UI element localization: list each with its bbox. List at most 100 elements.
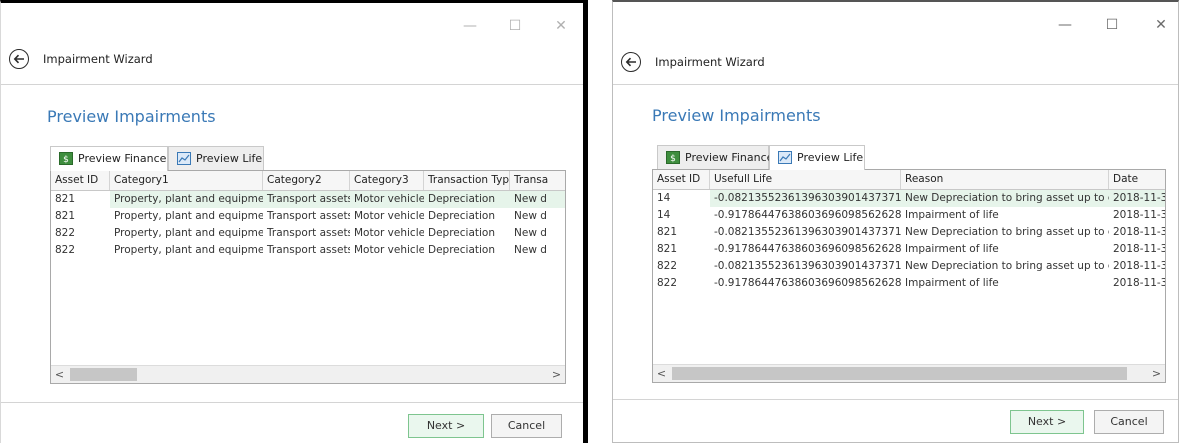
page-heading: Preview Impairments (47, 107, 216, 126)
next-button[interactable]: Next > (1010, 410, 1084, 434)
cell: 2018-11-3( (1109, 190, 1165, 207)
tab-label: Preview Finance (685, 151, 774, 164)
horizontal-scrollbar[interactable]: < > (51, 365, 565, 383)
column-header[interactable]: Category2 (263, 171, 350, 190)
maximize-button[interactable]: ☐ (1097, 14, 1127, 36)
wizard-title: Impairment Wizard (43, 52, 153, 66)
cell: 821 (55, 193, 76, 205)
cell: 14 (657, 192, 671, 204)
column-header[interactable]: Asset ID (51, 171, 110, 190)
close-button[interactable]: ✕ (546, 15, 576, 37)
table-row[interactable]: 821 -0.0821355236139630390143737166 New … (653, 224, 1165, 241)
cell: Depreciation (428, 227, 495, 239)
cell: 822 (657, 277, 678, 289)
scroll-left-button[interactable]: < (51, 366, 68, 383)
cell: Motor vehicles (354, 210, 424, 222)
life-grid[interactable]: Asset ID Usefull Life Reason Date 14 -0.… (652, 169, 1166, 383)
scroll-left-button[interactable]: < (653, 365, 670, 382)
column-header[interactable]: Transaction Type (424, 171, 510, 190)
table-row[interactable]: 821 Property, plant and equipment Transp… (51, 208, 565, 225)
cell: 822 (55, 227, 76, 239)
tab-label: Preview Life (797, 151, 864, 164)
cell: Property, plant and equipment (114, 210, 263, 222)
cell: 822 (657, 260, 678, 272)
chart-icon (177, 152, 191, 165)
preview-tabs: $ Preview Finance Preview Life (657, 145, 877, 170)
cell: -0.0821355236139630390143737166 (714, 226, 901, 238)
table-row[interactable]: 822 -0.9178644763860369609856262834 Impa… (653, 275, 1165, 292)
cancel-button[interactable]: Cancel (1094, 410, 1164, 434)
tab-preview-finance[interactable]: $ Preview Finance (657, 145, 773, 169)
minimize-button[interactable]: — (455, 15, 485, 37)
tab-preview-life[interactable]: Preview Life (769, 145, 865, 170)
cell: New d (510, 191, 565, 208)
close-button[interactable]: ✕ (1146, 14, 1176, 36)
scroll-right-button[interactable]: > (1148, 365, 1165, 382)
scroll-thumb[interactable] (672, 367, 1127, 380)
column-header[interactable]: Category3 (350, 171, 424, 190)
page-heading: Preview Impairments (652, 106, 821, 125)
impairment-wizard-window-life: — ☐ ✕ Impairment Wizard Preview Impairme… (612, 0, 1179, 443)
table-row[interactable]: 14 -0.0821355236139630390143737166 New D… (653, 190, 1165, 207)
dollar-icon: $ (666, 151, 680, 164)
horizontal-scrollbar[interactable]: < > (653, 364, 1165, 382)
cell: Transport assets (267, 227, 350, 239)
cell: -0.91786447638603696098562628 34 (714, 209, 901, 221)
scroll-thumb[interactable] (70, 368, 137, 381)
impairment-wizard-window-finance: — ☐ ✕ Impairment Wizard Preview Impairme… (0, 0, 588, 443)
wizard-title: Impairment Wizard (655, 55, 765, 69)
maximize-button[interactable]: ☐ (500, 15, 530, 37)
finance-grid[interactable]: Asset ID Category1 Category2 Category3 T… (50, 170, 566, 384)
next-button[interactable]: Next > (408, 414, 484, 438)
column-header[interactable]: Asset ID (653, 170, 710, 189)
cell: New d (514, 210, 547, 222)
column-header[interactable]: Reason (901, 170, 1109, 189)
table-row[interactable]: 822 Property, plant and equipment Transp… (51, 242, 565, 259)
cancel-button[interactable]: Cancel (491, 414, 562, 438)
table-row[interactable]: 14 -0.91786447638603696098562628 34 Impa… (653, 207, 1165, 224)
chart-icon (778, 151, 792, 164)
header-divider (1, 84, 583, 85)
footer-divider (613, 399, 1178, 400)
cell: 14 (657, 209, 671, 221)
table-row[interactable]: 821 -0.9178644763860369609856262834 Impa… (653, 241, 1165, 258)
cell: 821 (657, 243, 678, 255)
column-header[interactable]: Date (1109, 170, 1165, 189)
cell: 821 (55, 210, 76, 222)
footer-divider (1, 402, 583, 403)
grid-header: Asset ID Usefull Life Reason Date (653, 170, 1165, 190)
cell: Transport assets (267, 244, 350, 256)
minimize-button[interactable]: — (1050, 14, 1080, 36)
tab-preview-life[interactable]: Preview Life (168, 146, 264, 170)
cell: Impairment of life (905, 209, 999, 221)
cell: Motor vehicles (354, 227, 424, 239)
scroll-right-button[interactable]: > (548, 366, 565, 383)
table-row[interactable]: 821 Property, plant and equipment Transp… (51, 191, 565, 208)
tab-preview-finance[interactable]: $ Preview Finance (50, 146, 168, 171)
table-row[interactable]: 822 -0.0821355236139630390143737166 New … (653, 258, 1165, 275)
tab-label: Preview Finance (78, 152, 167, 165)
back-arrow-icon[interactable] (621, 52, 641, 72)
cell: 2018-11-3( (1113, 243, 1166, 255)
cell: Transport assets (263, 191, 350, 208)
cell: New Depreciation to bring asset up to da… (905, 260, 1109, 272)
cell: Impairment of life (905, 243, 999, 255)
grid-header: Asset ID Category1 Category2 Category3 T… (51, 171, 565, 191)
table-row[interactable]: 822 Property, plant and equipment Transp… (51, 225, 565, 242)
cell: 2018-11-3( (1113, 209, 1166, 221)
cell: Property, plant and equipment (114, 244, 263, 256)
cell: 822 (55, 244, 76, 256)
cell: Transport assets (267, 210, 350, 222)
header-divider (613, 84, 1178, 85)
cell: Depreciation (428, 210, 495, 222)
cell: 821 (657, 226, 678, 238)
cell: -0.9178644763860369609856262834 (714, 243, 901, 255)
cell: Motor vehicles (350, 191, 424, 208)
cell: Impairment of life (905, 277, 999, 289)
column-header[interactable]: Usefull Life (710, 170, 901, 189)
column-header[interactable]: Transa (510, 171, 565, 190)
svg-text:$: $ (670, 154, 676, 164)
column-header[interactable]: Category1 (110, 171, 263, 190)
cell: -0.0821355236139630390143737166 (714, 260, 901, 272)
back-arrow-icon[interactable] (9, 49, 29, 69)
